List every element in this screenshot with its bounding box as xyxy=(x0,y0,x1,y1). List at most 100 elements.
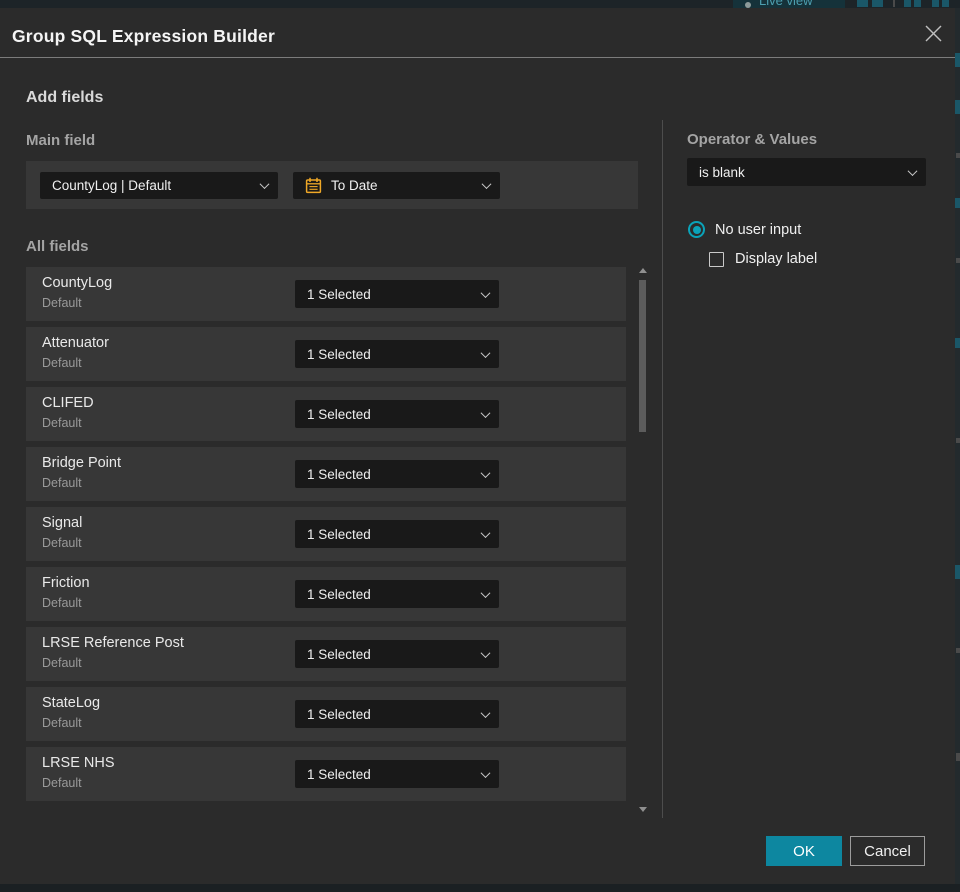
field-row: Signal Default 1 Selected xyxy=(26,507,626,561)
field-row: StateLog Default 1 Selected xyxy=(26,687,626,741)
field-row: Attenuator Default 1 Selected xyxy=(26,327,626,381)
field-selected-value: 1 Selected xyxy=(307,646,371,662)
close-button[interactable] xyxy=(920,20,946,46)
operator-values-label: Operator & Values xyxy=(687,131,818,148)
background-fragment xyxy=(956,753,960,761)
chevron-down-icon xyxy=(481,179,492,190)
field-selected-value: 1 Selected xyxy=(307,466,371,482)
field-name: Bridge Point xyxy=(42,455,121,471)
field-subtitle: Default xyxy=(42,776,82,790)
background-fragment xyxy=(893,0,895,7)
group-sql-expression-builder-dialog: Group SQL Expression Builder Add fields … xyxy=(0,8,955,884)
field-row: Friction Default 1 Selected xyxy=(26,567,626,621)
field-row: CountyLog Default 1 Selected xyxy=(26,267,626,321)
screen: Live view Group SQL Expression Builder A… xyxy=(0,0,960,892)
chevron-down-icon xyxy=(480,707,491,718)
chevron-down-icon xyxy=(480,407,491,418)
field-selected-value: 1 Selected xyxy=(307,346,371,362)
field-selected-dropdown[interactable]: 1 Selected xyxy=(295,520,499,548)
field-selected-value: 1 Selected xyxy=(307,586,371,602)
field-name: Signal xyxy=(42,515,83,531)
vertical-divider xyxy=(662,120,663,818)
background-toolbar-sliver: Live view xyxy=(0,0,960,8)
field-name: LRSE NHS xyxy=(42,755,115,771)
radio-selected-icon xyxy=(688,221,705,238)
date-dropdown-value: To Date xyxy=(331,178,378,193)
field-selected-value: 1 Selected xyxy=(307,766,371,782)
background-fragment xyxy=(872,0,883,7)
date-field-dropdown[interactable]: To Date xyxy=(293,172,500,199)
field-row: CLIFED Default 1 Selected xyxy=(26,387,626,441)
chevron-down-icon xyxy=(480,767,491,778)
field-subtitle: Default xyxy=(42,356,82,370)
chevron-down-icon xyxy=(480,527,491,538)
chevron-down-icon xyxy=(259,179,270,190)
operator-dropdown-value: is blank xyxy=(699,164,745,180)
field-name: StateLog xyxy=(42,695,101,711)
field-name: Attenuator xyxy=(42,335,109,351)
field-selected-dropdown[interactable]: 1 Selected xyxy=(295,700,499,728)
display-label-option[interactable]: Display label xyxy=(709,251,817,267)
background-fragment xyxy=(956,438,960,443)
field-subtitle: Default xyxy=(42,716,82,730)
background-bottom-sliver xyxy=(0,884,960,892)
field-selected-value: 1 Selected xyxy=(307,286,371,302)
field-name: LRSE Reference Post xyxy=(42,635,184,651)
field-row: LRSE NHS Default 1 Selected xyxy=(26,747,626,801)
chevron-down-icon xyxy=(480,647,491,658)
background-fragment xyxy=(955,338,960,348)
field-selected-value: 1 Selected xyxy=(307,406,371,422)
main-field-dropdown[interactable]: CountyLog | Default xyxy=(40,172,278,199)
field-row: Bridge Point Default 1 Selected xyxy=(26,447,626,501)
field-subtitle: Default xyxy=(42,296,82,310)
chevron-down-icon xyxy=(480,587,491,598)
main-field-box: CountyLog | Default To Date xyxy=(26,161,638,209)
main-field-dropdown-value: CountyLog | Default xyxy=(52,178,172,193)
display-label-label[interactable]: Display label xyxy=(735,251,817,267)
ok-button[interactable]: OK xyxy=(766,836,842,866)
scrollbar-up-arrow-icon[interactable] xyxy=(639,268,647,273)
main-field-label: Main field xyxy=(26,132,96,149)
background-fragment xyxy=(955,53,960,67)
checkbox-unchecked-icon xyxy=(709,251,724,267)
field-name: Friction xyxy=(42,575,90,591)
field-selected-dropdown[interactable]: 1 Selected xyxy=(295,280,499,308)
no-user-input-option[interactable]: No user input xyxy=(688,221,801,238)
dialog-title: Group SQL Expression Builder xyxy=(12,26,275,46)
scrollbar-thumb[interactable] xyxy=(639,280,646,432)
field-subtitle: Default xyxy=(42,536,82,550)
background-fragment xyxy=(857,0,868,7)
live-view-label: Live view xyxy=(759,0,813,8)
field-selected-dropdown[interactable]: 1 Selected xyxy=(295,400,499,428)
no-user-input-label[interactable]: No user input xyxy=(715,222,801,238)
background-fragment xyxy=(955,198,960,208)
field-name: CountyLog xyxy=(42,275,113,291)
all-fields-list: CountyLog Default 1 Selected Attenuator … xyxy=(26,267,626,801)
background-fragment xyxy=(956,258,960,263)
background-fragment xyxy=(956,648,960,653)
background-fragment xyxy=(955,100,960,114)
field-subtitle: Default xyxy=(42,596,82,610)
background-fragment xyxy=(956,153,960,158)
field-selected-value: 1 Selected xyxy=(307,526,371,542)
field-row: LRSE Reference Post Default 1 Selected xyxy=(26,627,626,681)
background-fragment xyxy=(904,0,911,7)
field-selected-dropdown[interactable]: 1 Selected xyxy=(295,460,499,488)
scrollbar-down-arrow-icon[interactable] xyxy=(639,807,647,812)
background-fragment xyxy=(942,0,949,7)
cancel-button[interactable]: Cancel xyxy=(850,836,925,866)
field-selected-dropdown[interactable]: 1 Selected xyxy=(295,580,499,608)
field-selected-dropdown[interactable]: 1 Selected xyxy=(295,760,499,788)
field-selected-dropdown[interactable]: 1 Selected xyxy=(295,340,499,368)
field-selected-dropdown[interactable]: 1 Selected xyxy=(295,640,499,668)
field-name: CLIFED xyxy=(42,395,94,411)
background-right-sliver xyxy=(955,8,960,884)
all-fields-label: All fields xyxy=(26,238,89,255)
field-subtitle: Default xyxy=(42,656,82,670)
operator-dropdown[interactable]: is blank xyxy=(687,158,926,186)
chevron-down-icon xyxy=(907,165,918,176)
scrollbar xyxy=(636,264,650,814)
chevron-down-icon xyxy=(480,347,491,358)
field-subtitle: Default xyxy=(42,416,82,430)
calendar-icon xyxy=(305,177,322,194)
